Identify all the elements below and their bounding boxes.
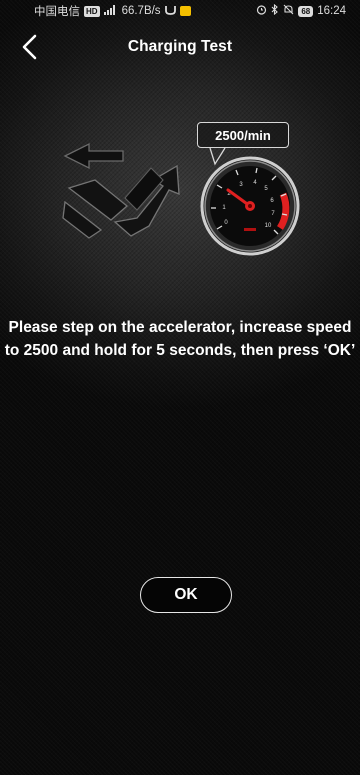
network-speed: 66.7B/s — [121, 5, 161, 17]
instruction-text: Please step on the accelerator, increase… — [4, 319, 356, 359]
nav-bar: Charging Test — [0, 22, 360, 72]
mute-icon — [283, 4, 294, 18]
page-title: Charging Test — [127, 38, 233, 55]
bluetooth-icon — [271, 3, 279, 18]
alarm-icon — [256, 4, 267, 18]
app-notification-icon — [164, 5, 176, 18]
status-right: 68 16:24 — [256, 3, 350, 18]
status-left: 中国电信 HD 66.7B/s — [10, 3, 191, 19]
carrier-label: 中国电信 — [34, 6, 80, 18]
tachometer-icon: 0 1 2 3 4 5 6 7 10 — [200, 156, 300, 256]
message-notification-icon — [179, 6, 191, 16]
signal-icon — [103, 4, 118, 18]
charging-test-screen: 中国电信 HD 66.7B/s 68 16:24 Charging Test 0… — [0, 0, 360, 775]
accelerator-pedal-icon — [62, 164, 180, 239]
back-button[interactable] — [18, 34, 42, 60]
clock: 16:24 — [317, 5, 346, 17]
svg-text:10: 10 — [265, 223, 272, 229]
speed-callout: 2500/min — [197, 122, 289, 148]
arrow-left-icon — [63, 142, 124, 170]
status-bar: 中国电信 HD 66.7B/s 68 16:24 — [0, 0, 360, 22]
chevron-left-icon — [22, 34, 37, 60]
hd-icon: HD — [84, 5, 100, 17]
battery-indicator: 68 — [298, 5, 314, 17]
ok-button[interactable]: OK — [140, 577, 232, 613]
